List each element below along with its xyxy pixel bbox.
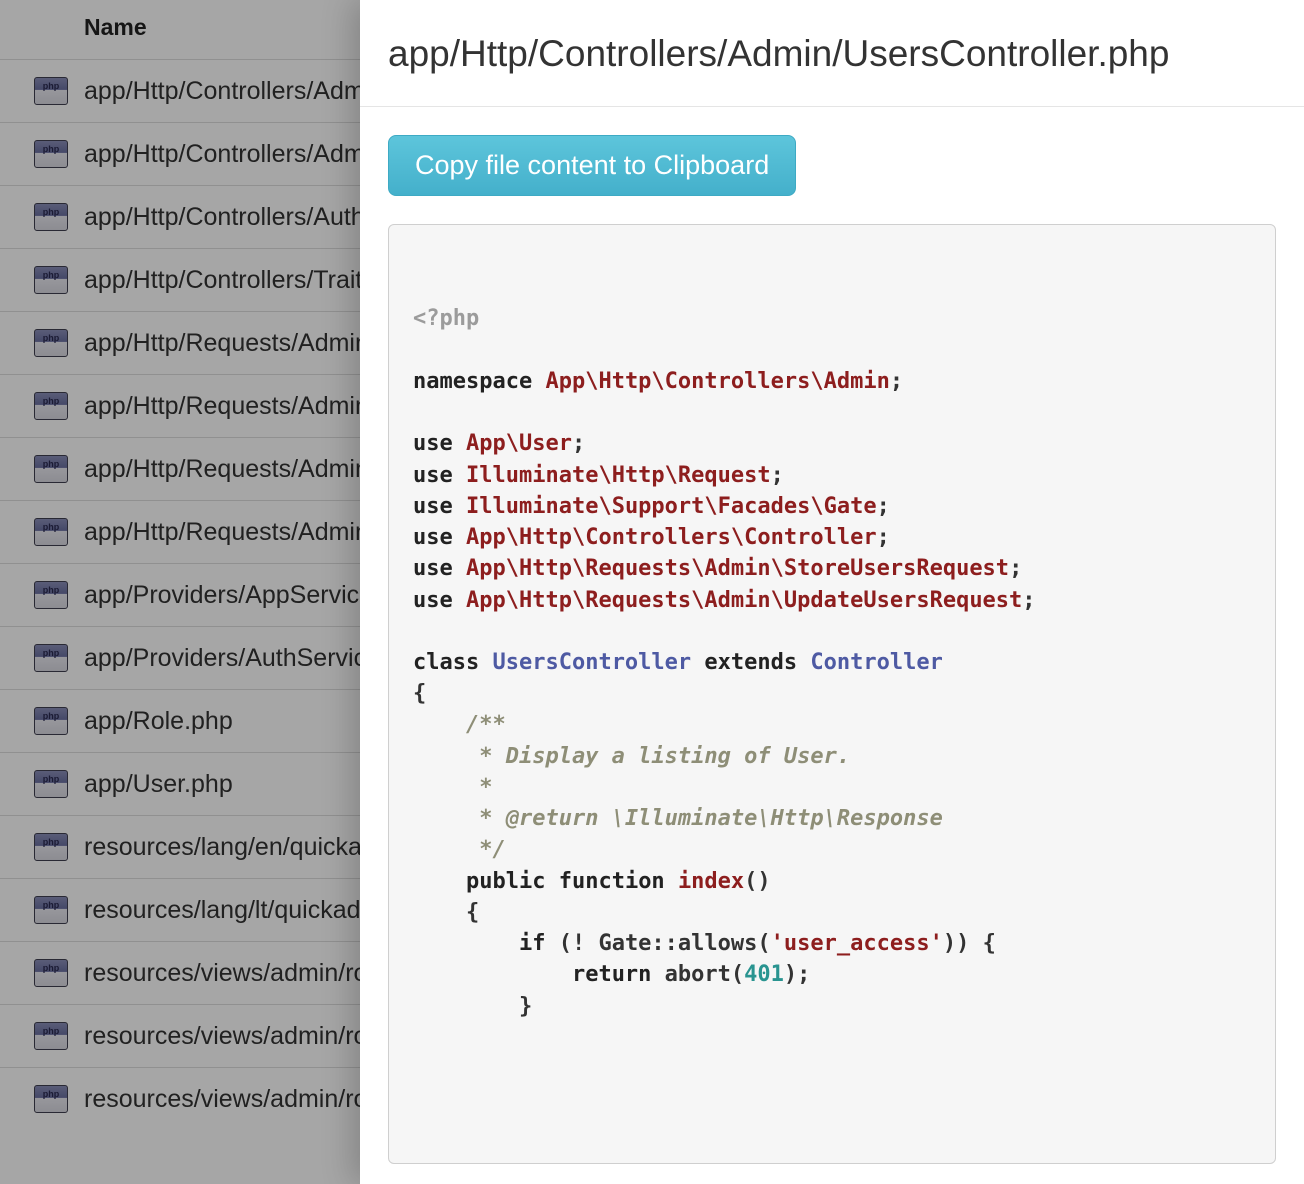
file-preview-modal: app/Http/Controllers/Admin/UsersControll… — [360, 0, 1304, 1184]
modal-header: app/Http/Controllers/Admin/UsersControll… — [360, 0, 1304, 107]
modal-body: Copy file content to Clipboard <?php nam… — [360, 107, 1304, 1184]
modal-title: app/Http/Controllers/Admin/UsersControll… — [388, 32, 1276, 76]
copy-to-clipboard-button[interactable]: Copy file content to Clipboard — [388, 135, 796, 196]
code-preview: <?php namespace App\Http\Controllers\Adm… — [388, 224, 1276, 1164]
